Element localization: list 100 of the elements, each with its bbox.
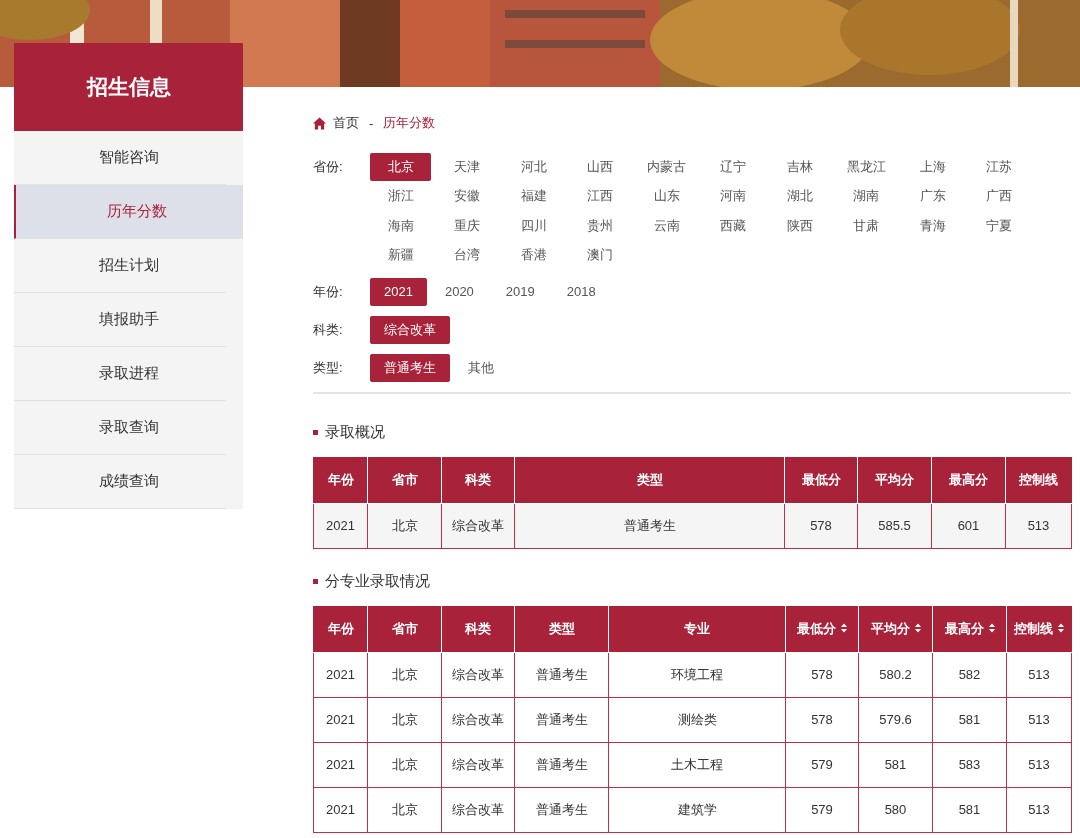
table-cell: 513 [1006, 652, 1072, 698]
filter-option[interactable]: 普通考生 [370, 353, 450, 382]
filter-option[interactable]: 贵州 [569, 211, 631, 240]
filter-option[interactable]: 福建 [503, 182, 564, 211]
table-cell: 2021 [313, 652, 368, 698]
filter-option[interactable]: 山东 [636, 182, 697, 211]
filter-option[interactable]: 西藏 [702, 211, 764, 240]
sort-icon[interactable] [914, 623, 921, 634]
filter-option[interactable]: 辽宁 [702, 153, 764, 181]
table-cell: 综合改革 [441, 697, 515, 743]
table-cell: 581 [932, 697, 1007, 743]
filter-option[interactable]: 吉林 [769, 153, 830, 181]
filter-option[interactable]: 湖南 [835, 182, 897, 211]
sort-icon[interactable] [1058, 623, 1064, 634]
filter-option[interactable]: 2021 [370, 277, 427, 306]
filter-option[interactable]: 重庆 [436, 211, 498, 240]
table-cell: 2021 [313, 787, 368, 833]
table-cell: 513 [1005, 503, 1072, 549]
filter-option[interactable]: 甘肃 [835, 211, 897, 240]
sidebar-title: 招生信息 [14, 43, 243, 131]
breadcrumb-link[interactable]: 首页 [333, 114, 359, 132]
sidebar-item[interactable]: 录取查询 [14, 401, 226, 455]
table-cell: 普通考生 [514, 787, 609, 833]
filter-label: 年份: [313, 282, 344, 301]
filter-option[interactable]: 河北 [503, 153, 564, 181]
filter-label: 类型: [313, 358, 344, 377]
filter-option[interactable]: 海南 [370, 211, 431, 240]
table-cell: 578 [785, 697, 859, 743]
sidebar-item[interactable]: 招生计划 [14, 239, 226, 293]
section-title: 录取概况 [325, 422, 385, 442]
column-header[interactable]: 最高分 [932, 606, 1007, 653]
filter-option[interactable]: 山西 [569, 153, 631, 181]
column-header: 平均分 [857, 457, 932, 504]
table-cell: 普通考生 [514, 697, 609, 743]
filter-option[interactable]: 广东 [902, 182, 963, 211]
table-cell: 580.2 [858, 652, 933, 698]
filter-option[interactable]: 宁夏 [968, 211, 1030, 240]
filter-option[interactable]: 四川 [503, 211, 564, 240]
filter-option[interactable]: 云南 [636, 211, 697, 240]
table-cell: 580 [858, 787, 933, 833]
table-cell: 北京 [367, 503, 442, 549]
table-cell: 北京 [367, 652, 442, 698]
filter-option[interactable]: 江苏 [968, 153, 1030, 181]
column-header: 科类 [441, 457, 515, 504]
filter-option[interactable]: 2020 [430, 277, 488, 306]
filter-option[interactable]: 黑龙江 [835, 153, 897, 181]
filter-option[interactable]: 安徽 [436, 182, 498, 211]
column-header: 最高分 [931, 457, 1006, 504]
table-cell: 585.5 [857, 503, 932, 549]
filter-option[interactable]: 江西 [569, 182, 631, 211]
table-cell: 普通考生 [514, 742, 609, 788]
bullet-icon [313, 578, 318, 584]
table-cell: 北京 [367, 742, 442, 788]
sidebar-item[interactable]: 成绩查询 [14, 455, 226, 509]
table-cell: 582 [932, 652, 1007, 698]
table-cell: 综合改革 [441, 787, 515, 833]
sidebar-item[interactable]: 录取进程 [14, 347, 226, 401]
sidebar-item[interactable]: 填报助手 [14, 293, 226, 347]
filter-option[interactable]: 河南 [702, 182, 764, 211]
table-cell: 2021 [313, 697, 368, 743]
table-cell: 普通考生 [514, 503, 785, 549]
table-cell: 581 [932, 787, 1007, 833]
filter-option[interactable]: 香港 [503, 240, 564, 269]
column-header: 专业 [608, 606, 786, 653]
column-header: 类型 [514, 457, 785, 504]
table-cell: 578 [785, 652, 859, 698]
table-cell: 综合改革 [441, 503, 515, 549]
filter-option[interactable]: 北京 [370, 153, 431, 181]
filter-option[interactable]: 综合改革 [370, 315, 450, 344]
filter-option[interactable]: 浙江 [370, 182, 431, 211]
filter-option[interactable]: 2018 [552, 277, 610, 306]
filter-option[interactable]: 台湾 [436, 240, 498, 269]
filter-option[interactable]: 湖北 [769, 182, 830, 211]
table-cell: 513 [1006, 787, 1072, 833]
filter-option[interactable]: 澳门 [569, 240, 631, 269]
filter-option[interactable]: 陕西 [769, 211, 830, 240]
bullet-icon [313, 429, 318, 435]
filter-option[interactable]: 其他 [454, 353, 508, 382]
filter-option[interactable]: 内蒙古 [636, 153, 697, 181]
column-header[interactable]: 最低分 [785, 606, 859, 653]
table-cell: 土木工程 [608, 742, 786, 788]
table-cell: 579 [785, 787, 859, 833]
table-cell: 北京 [367, 697, 442, 743]
column-header[interactable]: 平均分 [858, 606, 933, 653]
table-cell: 583 [932, 742, 1007, 788]
column-header[interactable]: 控制线 [1006, 606, 1072, 653]
filter-option[interactable]: 上海 [902, 153, 963, 181]
sidebar-item[interactable]: 历年分数 [14, 185, 243, 239]
table-cell: 综合改革 [441, 652, 515, 698]
filter-option[interactable]: 天津 [436, 153, 498, 181]
filter-option[interactable]: 新疆 [370, 240, 431, 269]
breadcrumb-current: 历年分数 [383, 114, 436, 132]
home-icon[interactable] [313, 116, 326, 130]
filter-label: 科类: [313, 320, 344, 339]
filter-option[interactable]: 青海 [902, 211, 963, 240]
filter-option[interactable]: 2019 [491, 277, 549, 306]
table-cell: 北京 [367, 787, 442, 833]
filter-option[interactable]: 广西 [968, 182, 1030, 211]
sort-icon[interactable] [988, 623, 995, 634]
sort-icon[interactable] [841, 623, 847, 634]
